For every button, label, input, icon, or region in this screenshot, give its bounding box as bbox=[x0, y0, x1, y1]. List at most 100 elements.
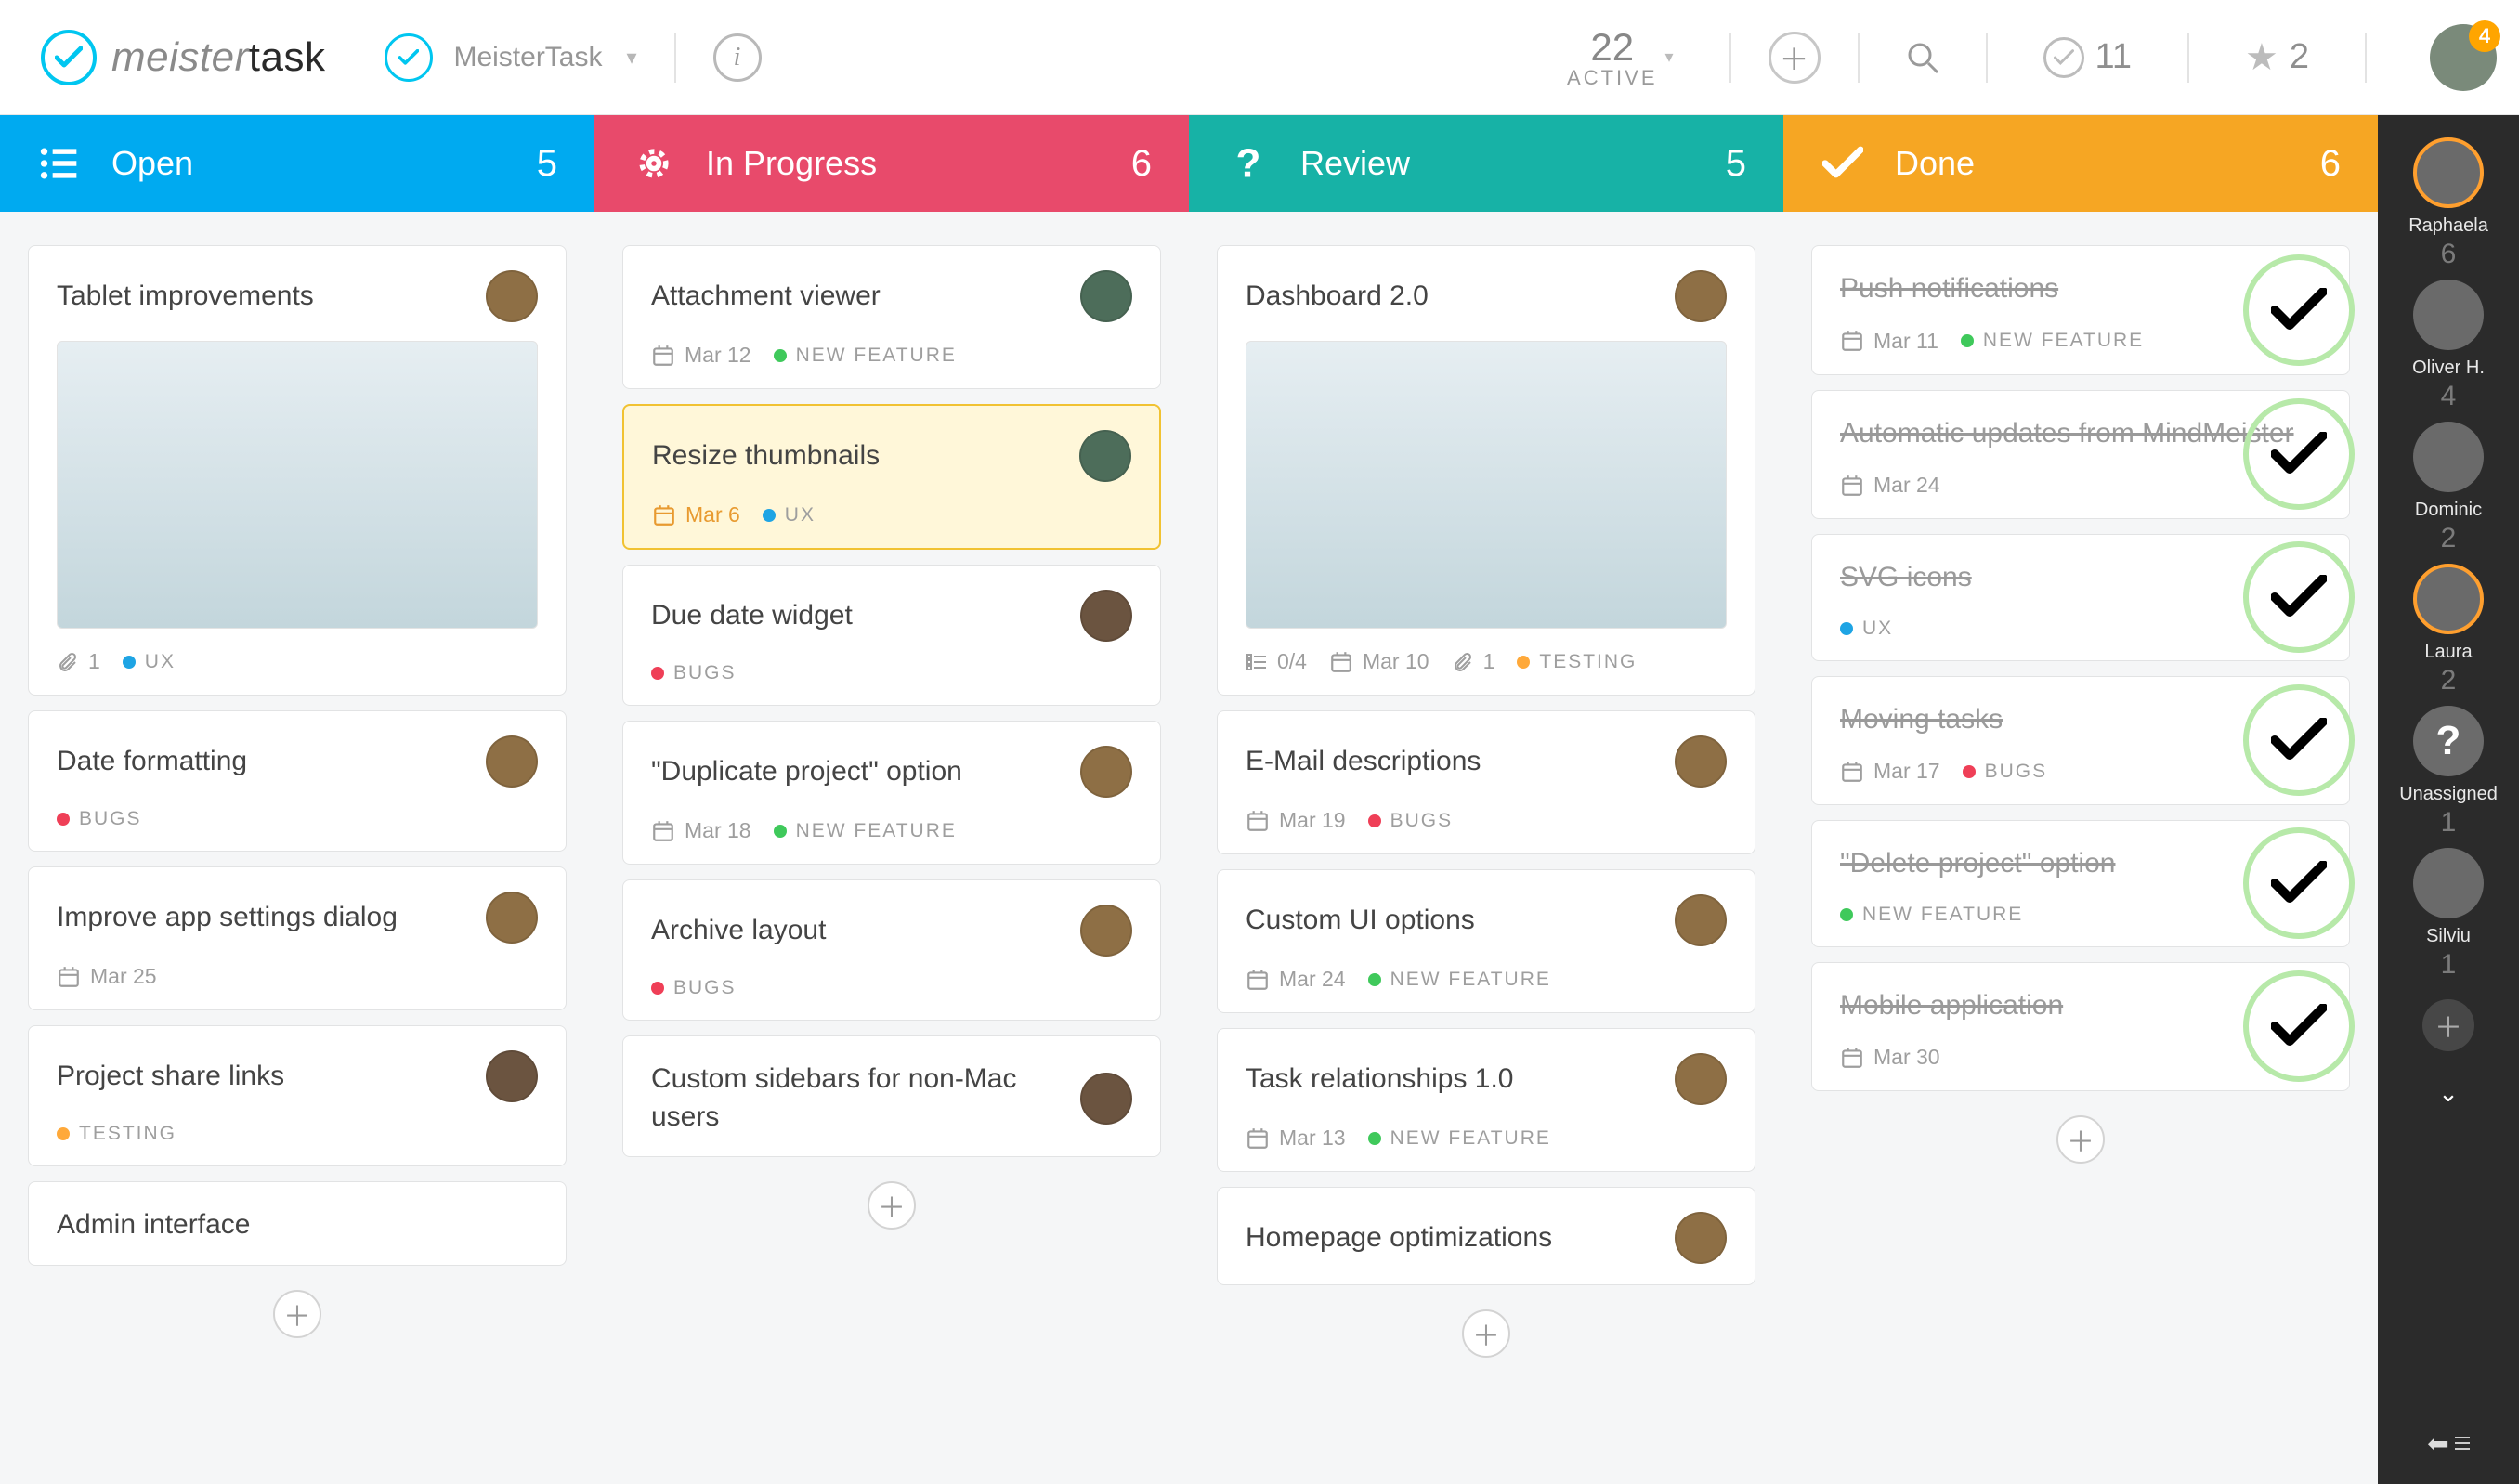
task-title: Date formatting bbox=[57, 743, 247, 781]
add-task-button[interactable]: ＋ bbox=[868, 1181, 916, 1230]
task-card[interactable]: Attachment viewer Mar 12NEW FEATURE bbox=[622, 245, 1161, 389]
task-card[interactable]: Tablet improvements 1UX bbox=[28, 245, 567, 696]
member-name: Oliver H. bbox=[2412, 358, 2485, 379]
task-card[interactable]: Archive layout BUGS bbox=[622, 879, 1161, 1021]
assignee-avatar[interactable] bbox=[1675, 894, 1727, 946]
task-card[interactable]: Automatic updates from MindMeister Mar 2… bbox=[1811, 390, 2350, 520]
board-container: Open 5 Tablet improvements 1UX Date form… bbox=[0, 115, 2519, 1484]
task-title: Resize thumbnails bbox=[652, 437, 880, 475]
add-member-button[interactable]: ＋ bbox=[2422, 999, 2474, 1051]
task-card[interactable]: Custom sidebars for non-Mac users bbox=[622, 1035, 1161, 1157]
task-card[interactable]: E-Mail descriptions Mar 19BUGS bbox=[1217, 710, 1755, 854]
task-tag: NEW FEATURE bbox=[1368, 1127, 1551, 1150]
assignee-avatar[interactable] bbox=[1675, 735, 1727, 788]
member-name: Raphaela bbox=[2408, 215, 2488, 237]
due-date: Mar 11 bbox=[1840, 329, 1938, 354]
collapse-sidebar-button[interactable]: ⬅ bbox=[2422, 1425, 2474, 1462]
task-card[interactable]: Project share links TESTING bbox=[28, 1025, 567, 1166]
member-filter[interactable]: ? Unassigned 1 bbox=[2399, 706, 2498, 839]
calendar-icon bbox=[1329, 650, 1353, 674]
completed-count[interactable]: 11 bbox=[2043, 37, 2132, 78]
task-card[interactable]: "Delete project" option NEW FEATURE bbox=[1811, 820, 2350, 947]
due-date: Mar 18 bbox=[651, 818, 751, 843]
member-count: 2 bbox=[2441, 523, 2457, 554]
task-tag: BUGS bbox=[651, 662, 737, 684]
assignee-avatar[interactable] bbox=[1080, 270, 1132, 322]
assignee-avatar[interactable] bbox=[486, 270, 538, 322]
tag-dot bbox=[651, 667, 664, 680]
assignee-avatar[interactable] bbox=[1080, 590, 1132, 642]
column-header[interactable]: Review 5 bbox=[1189, 115, 1783, 212]
column-header[interactable]: In Progress 6 bbox=[594, 115, 1189, 212]
task-card[interactable]: Mobile application Mar 30 bbox=[1811, 962, 2350, 1092]
chevron-down-icon[interactable]: ⌄ bbox=[2438, 1079, 2459, 1108]
tag-dot bbox=[1368, 973, 1381, 986]
member-filter[interactable]: Silviu 1 bbox=[2413, 848, 2484, 981]
column-header[interactable]: Done 6 bbox=[1783, 115, 2378, 212]
member-filter[interactable]: Raphaela 6 bbox=[2408, 137, 2488, 270]
project-selector[interactable]: MeisterTask ▾ bbox=[385, 33, 636, 82]
add-task-button[interactable]: ＋ bbox=[1462, 1309, 1510, 1358]
task-card[interactable]: "Duplicate project" option Mar 18NEW FEA… bbox=[622, 721, 1161, 865]
member-avatar bbox=[2413, 422, 2484, 492]
task-card[interactable]: Push notifications Mar 11NEW FEATURE bbox=[1811, 245, 2350, 375]
logo-check-icon bbox=[41, 30, 97, 85]
task-card[interactable]: Dashboard 2.0 0/4Mar 101TESTING bbox=[1217, 245, 1755, 696]
task-title: Custom UI options bbox=[1246, 902, 1475, 940]
due-date: Mar 12 bbox=[651, 343, 751, 368]
task-card[interactable]: Moving tasks Mar 17 BUGS bbox=[1811, 676, 2350, 806]
member-filter[interactable]: Dominic 2 bbox=[2413, 422, 2484, 554]
task-card[interactable]: Due date widget BUGS bbox=[622, 565, 1161, 706]
task-card[interactable]: Resize thumbnails Mar 6UX bbox=[622, 404, 1161, 550]
task-tag: BUGS bbox=[1368, 810, 1454, 832]
task-card[interactable]: Admin interface bbox=[28, 1181, 567, 1266]
assignee-avatar[interactable] bbox=[486, 892, 538, 944]
assignee-avatar[interactable] bbox=[1675, 1053, 1727, 1105]
tag-dot bbox=[1840, 622, 1853, 635]
assignee-avatar[interactable] bbox=[1675, 1212, 1727, 1264]
task-card[interactable]: Homepage optimizations bbox=[1217, 1187, 1755, 1285]
due-date: Mar 19 bbox=[1246, 808, 1346, 833]
assignee-avatar[interactable] bbox=[1675, 270, 1727, 322]
tag-dot bbox=[774, 349, 787, 362]
current-user-avatar[interactable]: 4 bbox=[2430, 24, 2497, 91]
column-count: 5 bbox=[537, 143, 557, 185]
member-count: 2 bbox=[2441, 665, 2457, 696]
due-date: Mar 17 bbox=[1840, 759, 1940, 784]
assignee-avatar[interactable] bbox=[1080, 905, 1132, 957]
add-button[interactable]: ＋ bbox=[1769, 32, 1821, 84]
tag-dot bbox=[57, 813, 70, 826]
task-card[interactable]: Date formatting BUGS bbox=[28, 710, 567, 852]
member-filter[interactable]: Laura 2 bbox=[2413, 564, 2484, 696]
task-tag: UX bbox=[1840, 618, 1893, 640]
column-header[interactable]: Open 5 bbox=[0, 115, 594, 212]
add-task-button[interactable]: ＋ bbox=[2056, 1115, 2105, 1164]
info-button[interactable]: i bbox=[713, 33, 762, 82]
add-task-button[interactable]: ＋ bbox=[273, 1290, 321, 1338]
search-button[interactable] bbox=[1897, 32, 1949, 84]
assignee-avatar[interactable] bbox=[1080, 1073, 1132, 1125]
task-card[interactable]: Custom UI options Mar 24NEW FEATURE bbox=[1217, 869, 1755, 1013]
task-tag: BUGS bbox=[1963, 761, 2048, 783]
assignee-avatar[interactable] bbox=[1079, 430, 1131, 482]
done-check-icon bbox=[2243, 398, 2355, 510]
starred-count[interactable]: ★ 2 bbox=[2245, 36, 2309, 79]
app-logo[interactable]: meistertask bbox=[41, 30, 325, 85]
task-card[interactable]: SVG icons UX bbox=[1811, 534, 2350, 661]
task-card[interactable]: Task relationships 1.0 Mar 13NEW FEATURE bbox=[1217, 1028, 1755, 1172]
tag-dot bbox=[1961, 334, 1974, 347]
member-filter[interactable]: Oliver H. 4 bbox=[2412, 280, 2485, 412]
task-meta: TESTING bbox=[57, 1123, 538, 1145]
task-tag: BUGS bbox=[57, 808, 142, 830]
task-title: Custom sidebars for non-Mac users bbox=[651, 1061, 1065, 1136]
assignee-avatar[interactable] bbox=[486, 735, 538, 788]
assignee-avatar[interactable] bbox=[1080, 746, 1132, 798]
column-progress: In Progress 6 Attachment viewer Mar 12NE… bbox=[594, 115, 1189, 1484]
task-title: Moving tasks bbox=[1840, 701, 2003, 739]
active-tasks-count[interactable]: 22 ACTIVE bbox=[1567, 25, 1657, 90]
assignee-avatar[interactable] bbox=[486, 1050, 538, 1102]
task-meta: Mar 25 bbox=[57, 964, 538, 989]
done-check-icon bbox=[2243, 684, 2355, 796]
task-card[interactable]: Improve app settings dialog Mar 25 bbox=[28, 866, 567, 1010]
task-title: Project share links bbox=[57, 1058, 284, 1096]
